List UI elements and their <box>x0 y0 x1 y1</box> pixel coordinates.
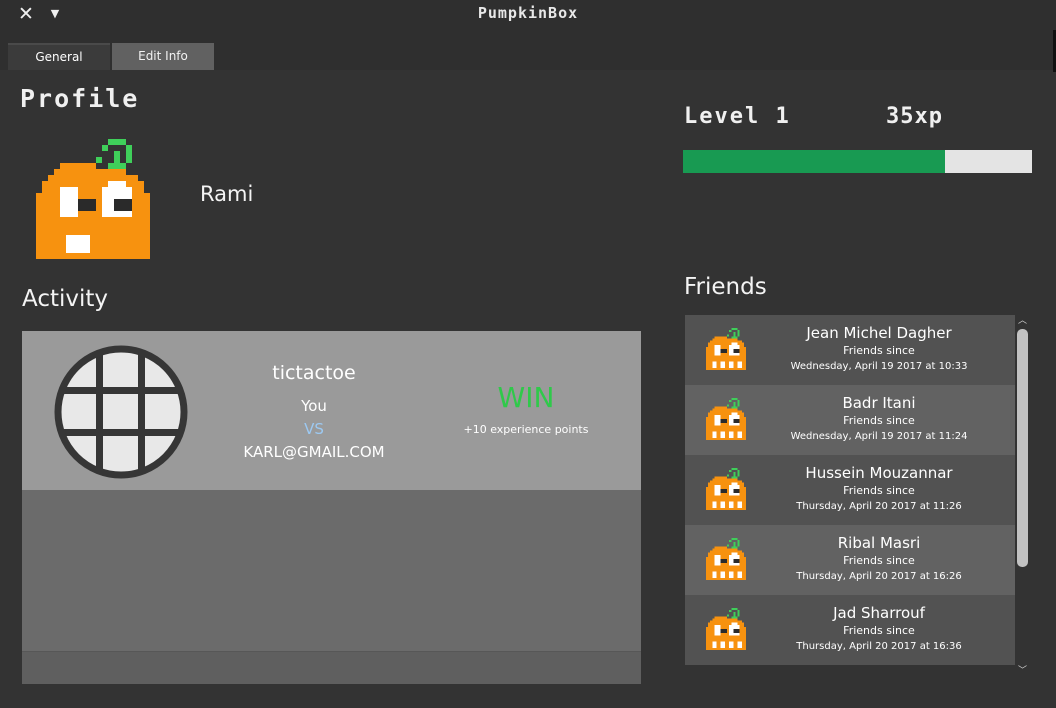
activity-item[interactable]: tictactoe You VS KARL@GMAIL.COM WIN +10 … <box>22 331 641 490</box>
friend-since-label: Friends since <box>843 344 915 357</box>
scroll-thumb[interactable] <box>1017 329 1028 567</box>
friend-since-label: Friends since <box>843 484 915 497</box>
friend-since-date: Wednesday, April 19 2017 at 11:24 <box>790 431 968 442</box>
friend-name: Ribal Masri <box>837 534 921 552</box>
username: Rami <box>200 182 254 206</box>
friend-name: Jad Sharrouf <box>833 604 925 622</box>
friend-row[interactable]: Jean Michel Dagher Friends since Wednesd… <box>685 315 1015 385</box>
pumpkin-avatar-icon <box>706 607 746 651</box>
friend-since-label: Friends since <box>843 414 915 427</box>
friends-list[interactable]: Jean Michel Dagher Friends since Wednesd… <box>685 315 1015 665</box>
tab-edit-info[interactable]: Edit Info <box>112 43 214 70</box>
friend-name: Jean Michel Dagher <box>806 324 952 342</box>
window-title: PumpkinBox <box>477 4 579 22</box>
tab-bar: General Edit Info <box>0 30 1056 70</box>
game-name: tictactoe <box>272 362 356 384</box>
pumpkin-avatar-icon <box>36 139 150 259</box>
title-bar: ✕ ▼ PumpkinBox <box>0 0 1056 30</box>
points-label: +10 experience points <box>463 423 589 436</box>
activity-footer <box>22 651 641 684</box>
level-label: Level 1 <box>684 104 791 129</box>
xp-progress-fill <box>683 150 945 173</box>
xp-label: 35xp <box>886 104 943 129</box>
pumpkin-avatar-icon <box>706 397 746 441</box>
activity-list[interactable]: tictactoe You VS KARL@GMAIL.COM WIN +10 … <box>22 331 641 684</box>
friend-name: Hussein Mouzannar <box>805 464 953 482</box>
friend-since-date: Wednesday, April 19 2017 at 10:33 <box>790 361 968 372</box>
profile-heading: Profile <box>20 84 140 113</box>
tictactoe-board-icon <box>54 345 188 479</box>
friend-since-date: Thursday, April 20 2017 at 16:36 <box>796 641 962 652</box>
friends-heading: Friends <box>684 274 767 300</box>
scroll-down-icon[interactable]: ﹀ <box>1015 665 1030 677</box>
pumpkin-avatar-icon <box>706 467 746 511</box>
app-window: ✕ ▼ PumpkinBox General Edit Info Profile <box>0 0 1056 708</box>
activity-heading: Activity <box>22 286 109 312</box>
pumpkin-avatar-icon <box>706 537 746 581</box>
friend-since-label: Friends since <box>843 554 915 567</box>
opponent-name: KARL@GMAIL.COM <box>243 443 385 461</box>
friend-since-label: Friends since <box>843 624 915 637</box>
vs-label: VS <box>304 420 324 438</box>
tab-general[interactable]: General <box>8 43 110 70</box>
friend-row[interactable]: Ribal Masri Friends since Thursday, Apri… <box>685 525 1015 595</box>
friend-since-date: Thursday, April 20 2017 at 16:26 <box>796 571 962 582</box>
friend-since-date: Thursday, April 20 2017 at 11:26 <box>796 501 962 512</box>
pumpkin-avatar-icon <box>706 327 746 371</box>
friend-row[interactable]: Hussein Mouzannar Friends since Thursday… <box>685 455 1015 525</box>
xp-progress-bar <box>683 150 1032 173</box>
friend-row[interactable]: Jad Sharrouf Friends since Thursday, Apr… <box>685 595 1015 665</box>
scroll-up-icon[interactable]: ︿ <box>1015 315 1030 327</box>
friend-row[interactable]: Badr Itani Friends since Wednesday, Apri… <box>685 385 1015 455</box>
friends-scrollbar[interactable]: ︿ ﹀ <box>1015 315 1030 680</box>
player-label: You <box>301 397 327 415</box>
friend-name: Badr Itani <box>842 394 916 412</box>
result-label: WIN <box>497 381 555 414</box>
